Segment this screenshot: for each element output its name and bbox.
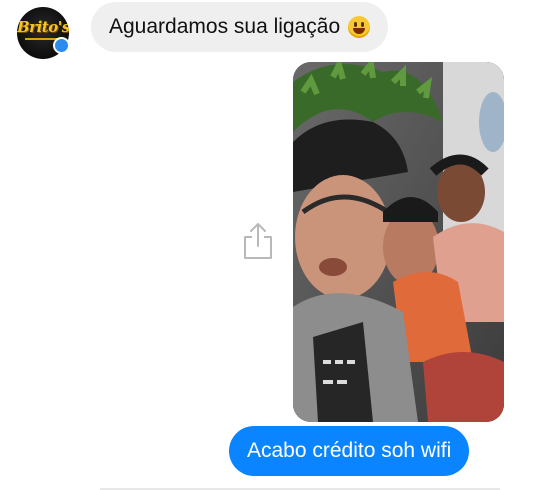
incoming-message-text: Aguardamos sua ligação	[109, 15, 341, 38]
incoming-message-bubble[interactable]: Aguardamos sua ligação	[91, 2, 389, 52]
selfie-photo[interactable]	[293, 62, 504, 422]
messenger-badge-icon	[53, 37, 70, 54]
share-icon[interactable]	[243, 222, 273, 260]
selfie-photo-illustration	[293, 62, 504, 422]
outgoing-message-bubble[interactable]: Acabo crédito soh wifi	[229, 426, 470, 476]
smiling-face-emoji-icon	[348, 16, 371, 38]
outgoing-message-text: Acabo crédito soh wifi	[247, 439, 452, 462]
brand-logo-icon: Brito's	[17, 18, 69, 36]
